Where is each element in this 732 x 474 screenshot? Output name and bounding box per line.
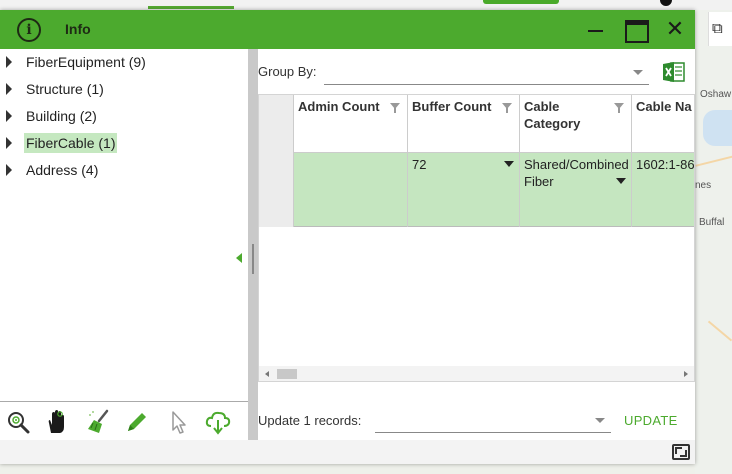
export-excel-button[interactable] — [662, 60, 686, 84]
edit-button[interactable] — [123, 408, 151, 436]
select-button[interactable] — [165, 408, 193, 436]
tree-item-label: Address (4) — [26, 162, 99, 178]
update-field-select[interactable] — [375, 407, 611, 433]
zoom-to-button[interactable] — [4, 408, 32, 436]
pan-hand-icon — [48, 410, 64, 433]
fullscreen-icon[interactable] — [672, 444, 690, 460]
cell-buffer-count[interactable]: 72 — [408, 153, 520, 227]
top-info-icon[interactable] — [660, 0, 672, 6]
window-title: Info — [65, 21, 91, 37]
dropdown-caret-icon — [633, 70, 643, 75]
update-button[interactable]: UPDATE — [624, 413, 678, 428]
map-lake — [703, 110, 732, 146]
column-header-label: Cable Category — [524, 99, 581, 131]
tree-item-structure[interactable]: Structure (1) — [6, 78, 106, 100]
download-button[interactable] — [204, 408, 232, 436]
map-select-tool[interactable]: ⧉ — [708, 12, 732, 46]
select-pointer-icon — [172, 411, 186, 434]
map-label-nes: nes — [695, 180, 712, 191]
tree-item-label: FiberCable (1) — [24, 133, 118, 153]
row-selector-column[interactable] — [259, 95, 294, 227]
cell-value: 72 — [412, 157, 427, 172]
horizontal-scrollbar[interactable] — [259, 366, 694, 381]
filter-icon[interactable] — [502, 103, 512, 113]
zoom-to-icon — [8, 412, 30, 434]
pan-button[interactable] — [42, 408, 70, 436]
scroll-right-icon[interactable] — [684, 371, 688, 377]
column-header-cable-category[interactable]: Cable Category — [520, 95, 632, 153]
tree-item-label: Building (2) — [26, 108, 97, 124]
expand-caret-icon[interactable] — [6, 110, 12, 122]
cell-value: 1602:1-86 — [636, 157, 695, 172]
cell-cable-category[interactable]: Shared/Combined Fiber — [520, 153, 632, 227]
map-road — [695, 155, 732, 167]
expand-caret-icon[interactable] — [6, 137, 12, 149]
layer-tree: FiberEquipment (9) Structure (1) Buildin… — [0, 49, 250, 401]
maximize-button[interactable] — [622, 16, 649, 43]
close-button[interactable]: ✕ — [662, 16, 688, 42]
cell-admin-count[interactable] — [294, 153, 408, 227]
top-tab-indicator — [148, 6, 234, 9]
table-row[interactable]: 72 Shared/Combined Fiber 1602:1-86 — [294, 153, 695, 227]
group-by-select[interactable] — [324, 59, 649, 85]
download-cloud-icon — [205, 411, 231, 435]
cell-cable-name[interactable]: 1602:1-86 — [632, 153, 695, 227]
select-frame-icon: ⧉ — [712, 20, 723, 37]
excel-icon — [663, 62, 685, 82]
column-header-cable-name[interactable]: Cable Na — [632, 95, 694, 153]
window-footer — [0, 440, 695, 464]
column-header-buffer-count[interactable]: Buffer Count — [408, 95, 520, 153]
attribute-pane: Group By: Admin Count Buffer Count Cable… — [258, 49, 695, 449]
title-bar[interactable]: i Info ✕ — [0, 10, 695, 49]
column-header-label: Admin Count — [298, 99, 380, 114]
tree-item-fibercable[interactable]: FiberCable (1) — [6, 132, 118, 154]
cell-dropdown-icon[interactable] — [504, 161, 514, 167]
attribute-grid: Admin Count Buffer Count Cable Category … — [258, 94, 695, 382]
dropdown-caret-icon — [595, 418, 605, 423]
pane-splitter[interactable] — [248, 49, 258, 449]
clear-broom-icon — [88, 409, 109, 433]
group-by-label: Group By: — [258, 64, 317, 79]
filter-icon[interactable] — [614, 103, 624, 113]
grid-header: Admin Count Buffer Count Cable Category … — [259, 95, 694, 153]
tree-item-label: Structure (1) — [26, 81, 104, 97]
info-circle-icon: i — [17, 18, 41, 42]
info-window: i Info ✕ FiberEquipment (9) Structure (1… — [0, 10, 695, 464]
cell-value: Shared/Combined Fiber — [524, 157, 629, 189]
expand-caret-icon[interactable] — [6, 56, 12, 68]
splitter-grip[interactable] — [252, 244, 254, 274]
tree-item-building[interactable]: Building (2) — [6, 105, 99, 127]
tree-item-address[interactable]: Address (4) — [6, 159, 100, 181]
map-label-oshawa: Oshaw — [700, 89, 732, 100]
scrollbar-thumb[interactable] — [277, 369, 297, 379]
column-header-admin-count[interactable]: Admin Count — [294, 95, 408, 153]
minimize-button[interactable] — [583, 16, 609, 42]
edit-pencil-icon — [128, 413, 146, 431]
tree-item-label: FiberEquipment (9) — [26, 54, 146, 70]
map-road — [707, 320, 732, 342]
scroll-left-icon[interactable] — [265, 371, 269, 377]
tree-item-fiberequipment[interactable]: FiberEquipment (9) — [6, 51, 148, 73]
map-top-strip — [0, 0, 732, 10]
map-visible-area[interactable]: Oshaw nes Buffal — [695, 10, 732, 474]
top-green-button[interactable] — [483, 0, 559, 4]
column-header-label: Cable Na — [636, 99, 692, 114]
filter-icon[interactable] — [390, 103, 400, 113]
expand-caret-icon[interactable] — [6, 83, 12, 95]
column-header-label: Buffer Count — [412, 99, 492, 114]
clear-button[interactable] — [85, 408, 113, 436]
cell-dropdown-icon[interactable] — [616, 178, 626, 184]
update-records-label: Update 1 records: — [258, 413, 362, 428]
collapse-left-icon[interactable] — [236, 253, 242, 263]
expand-caret-icon[interactable] — [6, 164, 12, 176]
map-label-buffalo: Buffal — [699, 217, 725, 228]
